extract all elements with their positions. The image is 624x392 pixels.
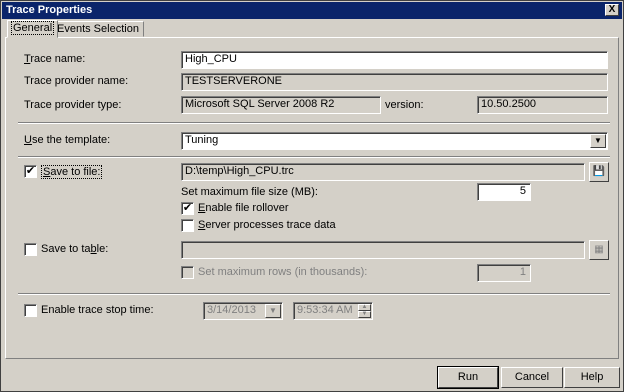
cancel-button[interactable]: Cancel: [501, 367, 563, 388]
enable-stop-time-label: Enable trace stop time:: [41, 304, 154, 316]
close-icon[interactable]: X: [605, 4, 619, 16]
max-file-size-input[interactable]: 5: [477, 183, 531, 201]
server-processes-checkbox[interactable]: [181, 219, 194, 232]
stop-time-picker: 9:53:34 AM ▲ ▼: [293, 302, 373, 320]
tab-general[interactable]: General: [7, 20, 59, 38]
template-dropdown[interactable]: Tuning ▼: [181, 132, 608, 150]
save-table-field: [181, 241, 585, 259]
stop-time-value: 9:53:34 AM: [297, 304, 353, 316]
server-processes-label: Server processes trace data: [198, 219, 336, 231]
browse-file-icon[interactable]: 💾: [589, 162, 609, 182]
template-value: Tuning: [185, 134, 219, 146]
stop-date-value: 3/14/2013: [207, 304, 256, 316]
provider-type-label: Trace provider type:: [24, 99, 122, 111]
help-button[interactable]: Help: [564, 367, 620, 388]
template-label: Use the template:: [24, 134, 111, 146]
save-to-file-label: Save to file:: [41, 165, 103, 179]
spin-down-icon: ▼: [358, 311, 371, 318]
save-to-table-label: Save to table:: [41, 243, 109, 255]
tab-events-selection[interactable]: Events Selection: [52, 21, 144, 37]
version-label: version:: [385, 99, 424, 111]
save-file-path-field[interactable]: D:\temp\High_CPU.trc: [181, 163, 585, 181]
separator: [18, 122, 610, 124]
chevron-down-icon: ▼: [265, 304, 281, 318]
max-rows-checkbox: [181, 266, 194, 279]
trace-properties-window: Trace Properties X General Events Select…: [0, 0, 624, 392]
version-field: 10.50.2500: [477, 96, 608, 114]
file-rollover-label: Enable file rollover: [198, 202, 289, 214]
max-rows-label: Set maximum rows (in thousands):: [198, 266, 368, 278]
tab-general-label: General: [11, 21, 55, 35]
separator: [18, 293, 610, 295]
provider-name-label: Trace provider name:: [24, 75, 129, 87]
run-button[interactable]: Run: [437, 366, 499, 389]
title-bar: Trace Properties X: [2, 2, 622, 19]
chevron-down-icon[interactable]: ▼: [590, 134, 606, 148]
max-file-size-label: Set maximum file size (MB):: [181, 186, 318, 198]
file-rollover-checkbox[interactable]: ✔: [181, 202, 194, 215]
enable-stop-time-checkbox[interactable]: [24, 304, 37, 317]
max-rows-input: 1: [477, 264, 531, 282]
spin-up-icon: ▲: [358, 304, 371, 311]
tab-events-selection-label: Events Selection: [57, 23, 139, 35]
provider-name-field: TESTSERVERONE: [181, 73, 608, 91]
stop-date-picker: 3/14/2013 ▼: [203, 302, 283, 320]
save-to-file-checkbox[interactable]: ✔: [24, 165, 37, 178]
provider-type-field: Microsoft SQL Server 2008 R2: [181, 96, 381, 114]
table-browse-icon: ▦: [589, 240, 609, 260]
window-title: Trace Properties: [6, 4, 93, 16]
trace-name-label: Trace name:: [24, 53, 86, 65]
save-to-table-checkbox[interactable]: [24, 243, 37, 256]
general-panel: Trace name: High_CPU Trace provider name…: [5, 37, 619, 359]
trace-name-input[interactable]: High_CPU: [181, 51, 608, 69]
separator: [18, 156, 610, 158]
